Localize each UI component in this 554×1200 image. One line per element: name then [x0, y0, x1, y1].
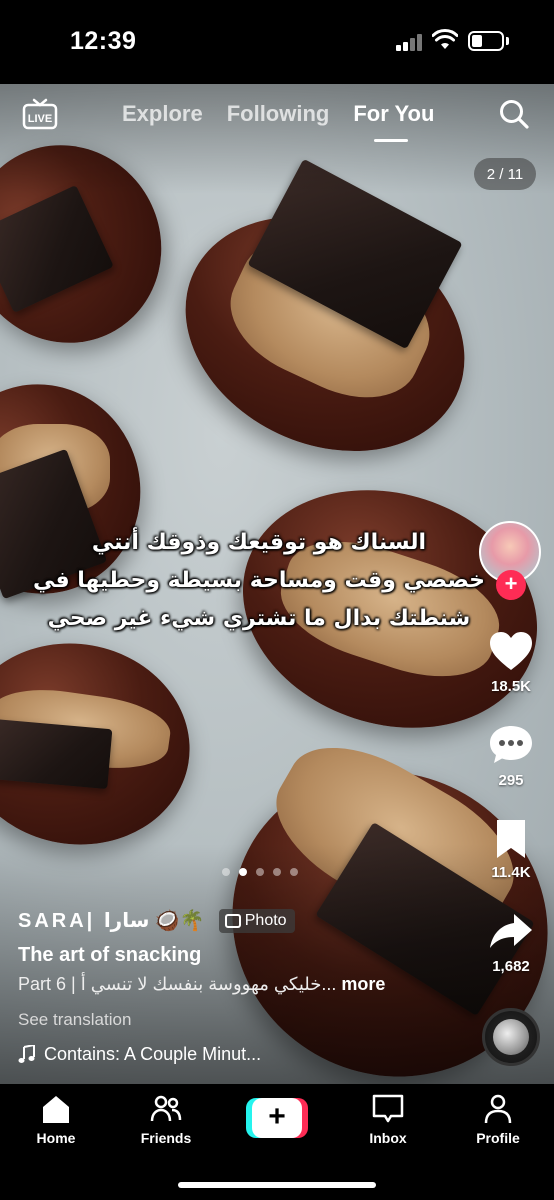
chocolate-image	[0, 718, 113, 790]
save-count: 11.4K	[491, 864, 531, 881]
carousel-dot[interactable]	[239, 868, 247, 876]
home-icon	[43, 1096, 69, 1123]
heart-icon[interactable]	[488, 630, 534, 672]
author-row: SARA| سارا 🥥🌴 Photo	[18, 908, 295, 933]
carousel-dot[interactable]	[290, 868, 298, 876]
status-bar: 12:39	[0, 0, 554, 84]
music-note-icon	[18, 1044, 35, 1063]
nav-home-label: Home	[36, 1130, 76, 1146]
status-time: 12:39	[70, 27, 137, 55]
sound-row[interactable]: Contains: A Couple Minut...	[18, 1044, 261, 1065]
comment-count: 295	[498, 772, 524, 789]
profile-icon	[484, 1094, 512, 1124]
sound-title: Contains: A Couple Minut...	[44, 1044, 262, 1064]
photo-page-counter: 2 / 11	[474, 158, 536, 190]
overlay-caption-line: السناك هو توقيعك وذوقك أنتي	[91, 530, 427, 555]
battery-tip	[506, 37, 509, 45]
share-icon[interactable]	[488, 910, 534, 952]
photo-badge-label: Photo	[244, 911, 287, 929]
tab-following[interactable]: Following	[227, 101, 330, 127]
live-label: LIVE	[28, 113, 52, 125]
top-tabs: Explore Following For You	[122, 101, 434, 127]
comment-icon[interactable]	[488, 724, 534, 766]
home-indicator[interactable]	[178, 1182, 376, 1188]
post-description[interactable]: Part 6 | خليكي مهووسة بنفسك لا تنسي أ...…	[18, 974, 385, 995]
photo-type-badge: Photo	[218, 908, 295, 933]
nav-friends-label: Friends	[140, 1130, 192, 1146]
sound-disc[interactable]	[482, 1008, 540, 1066]
overlay-caption-line: خصصي وقت ومساحة بسيطة وحطيها في	[32, 568, 486, 593]
cellular-signal-icon	[396, 33, 424, 51]
photo-icon	[224, 913, 241, 928]
nav-home[interactable]: Home	[16, 1092, 96, 1146]
overlay-caption-line: شنطتك بدال ما تشتري شيء غير صحي	[47, 606, 471, 631]
create-button[interactable]: +	[246, 1098, 308, 1138]
more-link[interactable]: more	[341, 974, 385, 994]
share-count: 1,682	[492, 958, 530, 975]
active-tab-indicator	[374, 139, 408, 142]
wifi-icon	[432, 29, 458, 49]
author-name[interactable]: SARA| سارا 🥥🌴	[18, 908, 205, 933]
nav-inbox-label: Inbox	[369, 1130, 407, 1146]
live-icon[interactable]: LIVE	[22, 98, 58, 130]
nav-inbox[interactable]: Inbox	[348, 1092, 428, 1146]
like-count: 18.5K	[490, 678, 532, 695]
nav-profile-label: Profile	[476, 1130, 520, 1146]
post-title: The art of snacking	[18, 944, 202, 966]
carousel-dot[interactable]	[256, 868, 264, 876]
search-icon[interactable]	[498, 98, 530, 130]
see-translation-link[interactable]: See translation	[18, 1010, 131, 1030]
friends-icon	[150, 1095, 182, 1122]
inbox-icon	[372, 1094, 404, 1123]
tab-explore[interactable]: Explore	[122, 101, 203, 127]
battery-icon	[468, 31, 504, 51]
follow-button[interactable]: +	[496, 570, 526, 600]
nav-profile[interactable]: Profile	[458, 1092, 538, 1146]
bookmark-icon[interactable]	[488, 818, 534, 860]
carousel-dot[interactable]	[222, 868, 230, 876]
plus-icon: +	[252, 1098, 302, 1138]
tab-for-you[interactable]: For You	[353, 101, 434, 127]
nav-friends[interactable]: Friends	[126, 1092, 206, 1146]
carousel-dots	[222, 868, 298, 876]
carousel-dot[interactable]	[273, 868, 281, 876]
description-text: Part 6 | خليكي مهووسة بنفسك لا تنسي أ...	[18, 974, 337, 994]
overlay-caption: السناك هو توقيعك وذوقك أنتي خصصي وقت ومس…	[24, 524, 494, 638]
